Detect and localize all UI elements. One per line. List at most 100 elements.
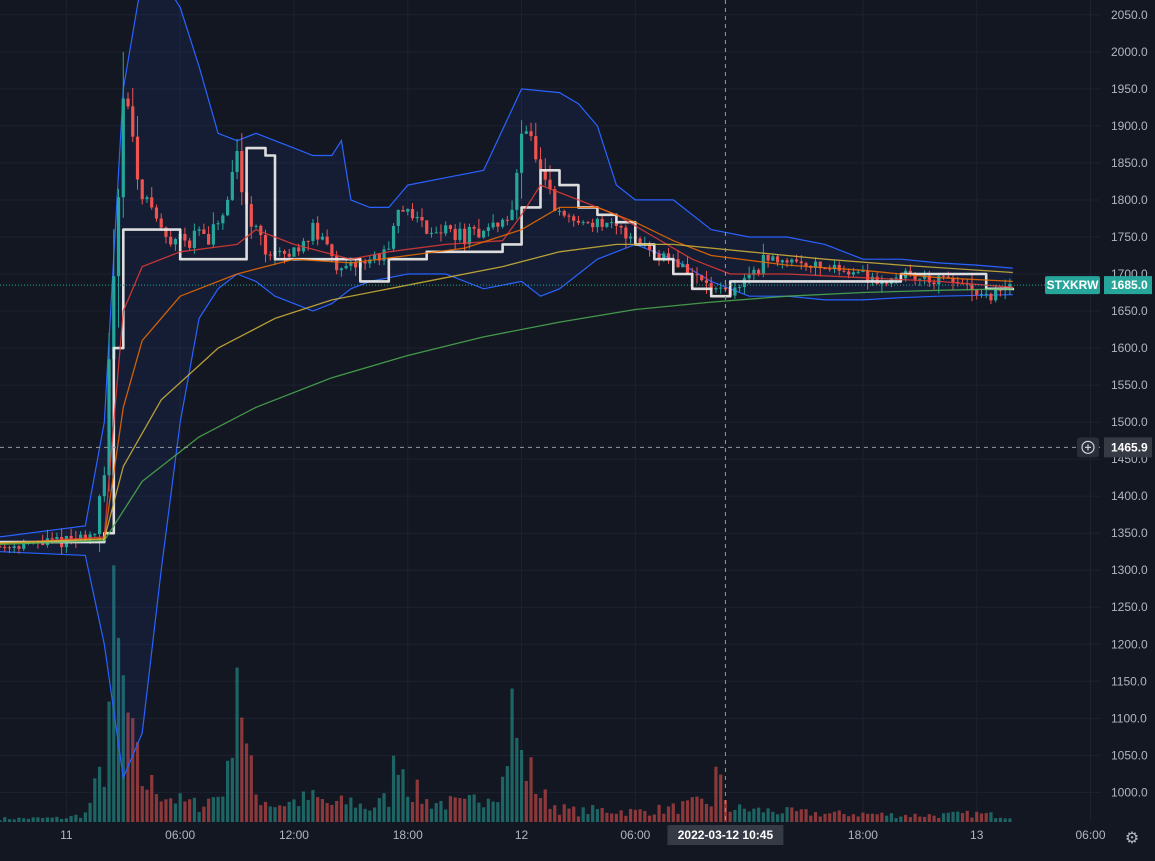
candle-body xyxy=(0,546,2,548)
candle-body xyxy=(524,131,528,134)
volume-bar xyxy=(951,811,955,822)
volume-bar xyxy=(354,807,358,822)
volume-bar xyxy=(382,793,386,822)
candle-body xyxy=(420,216,424,221)
candle-body xyxy=(458,228,462,241)
volume-bar xyxy=(562,804,566,822)
volume-bar xyxy=(567,808,571,822)
candle-body xyxy=(866,271,870,282)
volume-bar xyxy=(31,817,35,822)
volume-bar xyxy=(273,807,277,822)
volume-bar xyxy=(676,813,680,822)
candle-body xyxy=(856,271,860,273)
candle-body xyxy=(994,289,998,301)
volume-bar xyxy=(12,819,16,822)
candle-body xyxy=(619,226,623,228)
candle-body xyxy=(472,226,476,229)
volume-bar xyxy=(368,810,372,822)
volume-bar xyxy=(406,796,410,822)
crosshair-time-label: 2022-03-12 10:45 xyxy=(678,828,774,842)
volume-bar xyxy=(249,755,253,822)
volume-bar xyxy=(173,803,178,822)
volume-bar xyxy=(154,794,159,822)
candle-body xyxy=(453,228,457,241)
volume-bar xyxy=(1003,818,1007,822)
candle-body xyxy=(576,220,581,223)
volume-bar xyxy=(624,815,628,822)
volume-bar xyxy=(647,815,652,822)
volume-bar xyxy=(965,810,969,822)
volume-bar xyxy=(771,811,775,822)
volume-bar xyxy=(828,813,832,822)
volume-bar xyxy=(64,818,68,822)
candle-body xyxy=(50,538,54,540)
gear-icon[interactable]: ⚙ xyxy=(1123,829,1141,847)
candle-body xyxy=(894,277,898,279)
candle-body xyxy=(941,275,946,277)
volume-bar xyxy=(733,809,737,822)
volume-bar xyxy=(832,811,837,822)
candle-body xyxy=(799,261,803,264)
price-tick-label: 1050.0 xyxy=(1111,748,1148,762)
volume-bar xyxy=(41,818,45,822)
price-tick-label: 1550.0 xyxy=(1111,378,1148,392)
volume-bar xyxy=(335,800,339,822)
volume-bar xyxy=(529,757,533,822)
candle-body xyxy=(406,209,410,212)
price-chart[interactable]: 2050.0 2000.0 1950.0 1900.0 1850.0 1800.0 1750… xyxy=(0,0,1155,861)
volume-bar xyxy=(297,806,301,822)
candle-body xyxy=(325,236,329,245)
volume-bar xyxy=(719,774,723,822)
volume-bar xyxy=(894,818,898,822)
volume-bar xyxy=(671,803,675,822)
time-tick-label: 06:00 xyxy=(620,828,650,842)
volume-bar xyxy=(666,806,671,822)
price-tick-label: 1950.0 xyxy=(1111,82,1148,96)
candle-body xyxy=(235,151,239,173)
candle-body xyxy=(837,264,841,271)
volume-bar xyxy=(780,813,784,822)
volume-bar xyxy=(704,803,709,822)
volume-bar xyxy=(444,809,448,822)
volume-bar xyxy=(553,805,557,822)
last-price-label: 1685.0 xyxy=(1111,278,1148,292)
volume-bar xyxy=(870,813,875,822)
volume-bar xyxy=(557,814,562,822)
candle-body xyxy=(216,223,220,225)
price-tick-label: 1400.0 xyxy=(1111,489,1148,503)
volume-bar xyxy=(244,743,249,822)
volume-bar xyxy=(742,808,746,822)
candle-body xyxy=(263,235,268,255)
price-tick-label: 1600.0 xyxy=(1111,341,1148,355)
time-tick-label: 12:00 xyxy=(279,828,309,842)
candle-body xyxy=(529,131,533,137)
plus-circle-icon[interactable] xyxy=(1077,437,1099,458)
candle-body xyxy=(685,263,690,274)
candle-body xyxy=(17,546,21,549)
candle-body xyxy=(211,224,215,245)
volume-bar xyxy=(26,818,31,822)
candle-body xyxy=(439,232,443,234)
candle-body xyxy=(491,222,495,228)
candle-body xyxy=(425,220,429,234)
candle-body xyxy=(249,204,253,227)
candle-body xyxy=(225,199,230,216)
volume-bar xyxy=(0,820,2,822)
volume-bar xyxy=(794,811,799,822)
volume-bar xyxy=(515,737,519,822)
candle-body xyxy=(482,230,486,238)
candle-body xyxy=(775,256,780,263)
volume-bar xyxy=(975,811,979,822)
volume-bar xyxy=(941,813,946,822)
volume-bar xyxy=(102,786,106,822)
candle-body xyxy=(970,284,974,290)
price-tick-label: 1100.0 xyxy=(1111,711,1147,725)
volume-bar xyxy=(17,817,21,822)
volume-bar xyxy=(50,817,54,822)
candle-body xyxy=(126,98,130,107)
volume-bar xyxy=(448,796,453,822)
candle-body xyxy=(714,288,718,290)
candle-body xyxy=(292,247,296,257)
volume-bar xyxy=(766,808,770,822)
volume-bar xyxy=(135,741,140,822)
